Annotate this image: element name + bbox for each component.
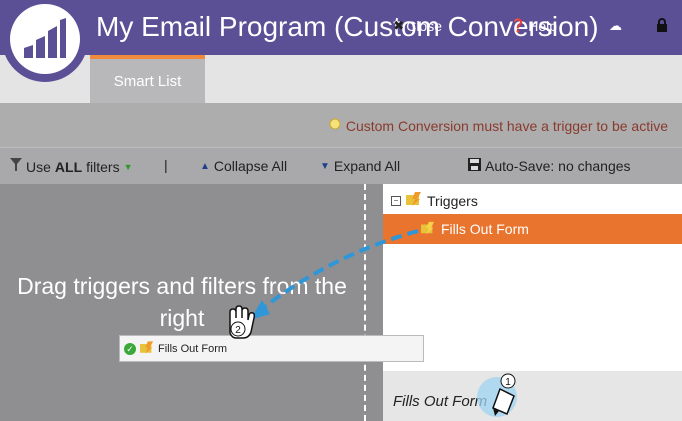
check-icon: ✓	[124, 342, 136, 355]
warning-message: Custom Conversion must have a trigger to…	[328, 118, 668, 134]
tree-node-triggers[interactable]: − Triggers	[391, 192, 478, 209]
collapse-icon: ▲	[200, 160, 210, 172]
save-icon	[468, 158, 481, 174]
close-icon: ✖	[393, 18, 405, 33]
help-button[interactable]: ❓ Help	[510, 18, 557, 34]
warning-bar: Custom Conversion must have a trigger to…	[0, 103, 682, 147]
smart-list-toolbar: Use ALL filters ▼ | ▲ Collapse All ▼ Exp…	[0, 147, 682, 185]
lock-button[interactable]	[656, 18, 668, 35]
trigger-tree-panel: − Triggers Fills Out Form	[383, 184, 682, 371]
tab-bar: Smart List	[0, 55, 682, 103]
description-title: Fills Out Form	[393, 393, 488, 410]
lightbulb-icon	[328, 118, 342, 134]
app-header: My Email Program (Custom Conversion) ✖ C…	[0, 0, 682, 55]
trigger-icon	[140, 340, 154, 357]
chevron-down-icon: ▼	[123, 161, 133, 172]
expand-icon: ▼	[320, 160, 330, 172]
use-all-filters-dropdown[interactable]: Use ALL filters ▼	[10, 158, 133, 175]
close-button[interactable]: ✖ Close	[393, 18, 442, 34]
tab-smart-list[interactable]: Smart List	[90, 55, 205, 103]
marketo-logo-icon	[24, 18, 66, 58]
dragged-trigger-item[interactable]: ✓ Fills Out Form	[119, 335, 424, 362]
tree-item-fills-out-form[interactable]: Fills Out Form	[383, 214, 682, 244]
help-icon: ❓	[510, 18, 527, 33]
trigger-description-panel: Fills Out Form	[383, 371, 682, 421]
trigger-icon	[421, 221, 435, 238]
cloud-button[interactable]: ☁	[609, 18, 622, 34]
toolbar-separator: |	[164, 157, 168, 173]
lock-icon	[656, 18, 668, 35]
collapse-all-button[interactable]: ▲ Collapse All	[200, 158, 287, 174]
app-logo[interactable]	[2, 0, 88, 82]
cloud-icon: ☁	[609, 18, 622, 33]
expand-all-button[interactable]: ▼ Expand All	[320, 158, 400, 174]
filter-icon	[10, 158, 22, 175]
drop-area-instructions: Drag triggers and filters from the right	[17, 273, 347, 331]
autosave-status: Auto-Save: no changes	[468, 158, 631, 174]
trigger-folder-icon	[406, 192, 422, 209]
collapse-toggle-icon[interactable]: −	[391, 195, 401, 206]
